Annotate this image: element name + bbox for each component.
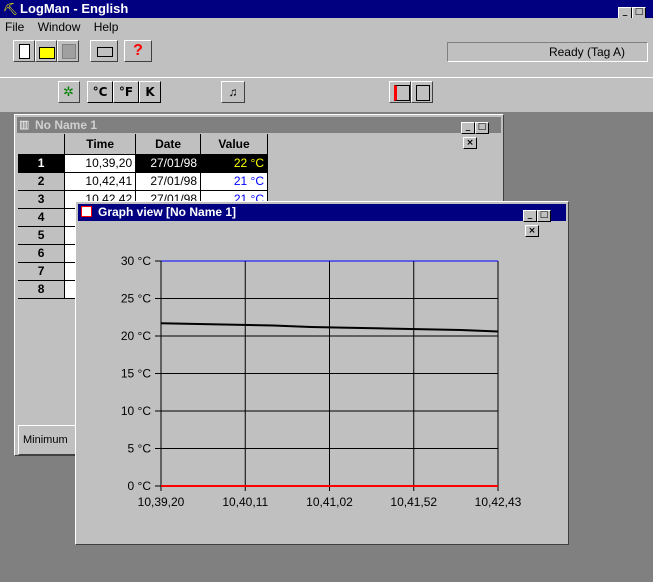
maximize-button[interactable]: □ [632,6,646,19]
gear-icon: ✲ [63,84,74,99]
status-panel: Ready (Tag A) [447,42,648,62]
graph-maximize-button[interactable]: □ [537,209,551,222]
y-tick-label: 0 °C [128,479,152,493]
x-tick-label: 10,42,43 [475,495,522,509]
table-maximize-button[interactable]: □ [475,121,489,134]
y-tick-label: 5 °C [128,442,152,456]
open-folder-icon [39,47,55,59]
save-disk-icon [62,44,76,59]
app-title: LogMan - English [20,1,129,16]
cell-time[interactable]: 10,42,41 [64,172,137,191]
minimize-button[interactable]: _ [618,6,632,19]
app-title-bar: ⛏ LogMan - English _□× [0,0,653,34]
y-tick-label: 25 °C [121,292,151,306]
column-header-date[interactable]: Date [135,134,202,155]
printer-icon [97,47,113,57]
y-tick-label: 20 °C [121,329,151,343]
print-button[interactable] [90,40,118,62]
cell-date[interactable]: 27/01/98 [135,154,202,173]
x-tick-label: 10,41,02 [306,495,353,509]
cell-value[interactable]: 21 °C [200,172,268,191]
menu-file[interactable]: File [5,20,24,34]
cell-date[interactable]: 27/01/98 [135,172,202,191]
graph-window-title: Graph view [No Name 1] [98,205,237,219]
celsius-button[interactable]: °C [87,81,113,103]
x-tick-label: 10,40,11 [222,495,268,509]
toolbar-units: ✲ °C °F K ♫ [0,77,653,112]
x-tick-label: 10,41,52 [390,495,437,509]
column-header-value[interactable]: Value [200,134,268,155]
open-button[interactable] [35,40,57,62]
table-close-button[interactable]: × [463,137,477,149]
app-icon: ⛏ [3,2,19,16]
tag-upload-icon [416,85,430,101]
table-window-icon: ▥ [19,119,30,131]
corner-cell [18,134,66,155]
tag-read-button[interactable] [389,81,411,103]
column-header-time[interactable]: Time [64,134,137,155]
row-number[interactable]: 2 [18,172,66,191]
new-button[interactable] [13,40,35,62]
row-number[interactable]: 8 [18,280,66,299]
x-tick-label: 10,39,20 [138,495,185,509]
y-tick-label: 15 °C [121,367,151,381]
row-number[interactable]: 6 [18,244,66,263]
y-tick-label: 30 °C [121,254,151,268]
table-row[interactable]: 1 10,39,20 27/01/98 22 °C [18,154,268,173]
status-text: Ready (Tag A) [548,45,625,59]
tag-write-button[interactable] [411,81,433,103]
y-tick-label: 10 °C [121,404,151,418]
cell-time[interactable]: 10,39,20 [64,154,137,173]
row-number[interactable]: 4 [18,208,66,227]
tag-download-icon [394,85,410,101]
graph-window-title-bar: Graph view [No Name 1] _ □× [78,204,566,237]
save-button[interactable] [57,40,79,62]
table-minimize-button[interactable]: _ [461,121,475,134]
new-file-icon [19,44,30,59]
fahrenheit-button[interactable]: °F [113,81,139,103]
row-number[interactable]: 5 [18,226,66,245]
kelvin-button[interactable]: K [139,81,161,103]
help-question-icon: ? [133,42,143,59]
graph-minimize-button[interactable]: _ [523,209,537,222]
table-window-title-bar: ▥ No Name 1 _ □ × [17,117,501,149]
table-row[interactable]: 2 10,42,41 27/01/98 21 °C [18,172,268,191]
settings-button[interactable]: ✲ [58,81,80,103]
row-number[interactable]: 7 [18,262,66,281]
table-window-title: No Name 1 [35,118,98,132]
menu-help[interactable]: Help [94,20,119,34]
menu-window[interactable]: Window [38,20,81,34]
graph-window-icon [81,206,92,217]
help-button[interactable]: ? [124,40,152,62]
menu-bar: File Window Help [0,18,653,36]
temperature-chart: 30 °C 25 °C 20 °C 15 °C 10 °C 5 °C 0 °C 10,39,2… [121,254,522,509]
row-number[interactable]: 1 [18,154,66,173]
alarm-button[interactable]: ♫ [221,81,245,103]
bell-icon: ♫ [228,85,238,99]
graph-window: Graph view [No Name 1] _ □× 30 °C 25 °C 20 … [75,201,569,545]
minimum-label: Minimum [18,425,78,455]
toolbar-main: ? Ready (Tag A) [0,36,653,77]
cell-value[interactable]: 22 °C [200,154,268,173]
row-number[interactable]: 3 [18,190,66,209]
